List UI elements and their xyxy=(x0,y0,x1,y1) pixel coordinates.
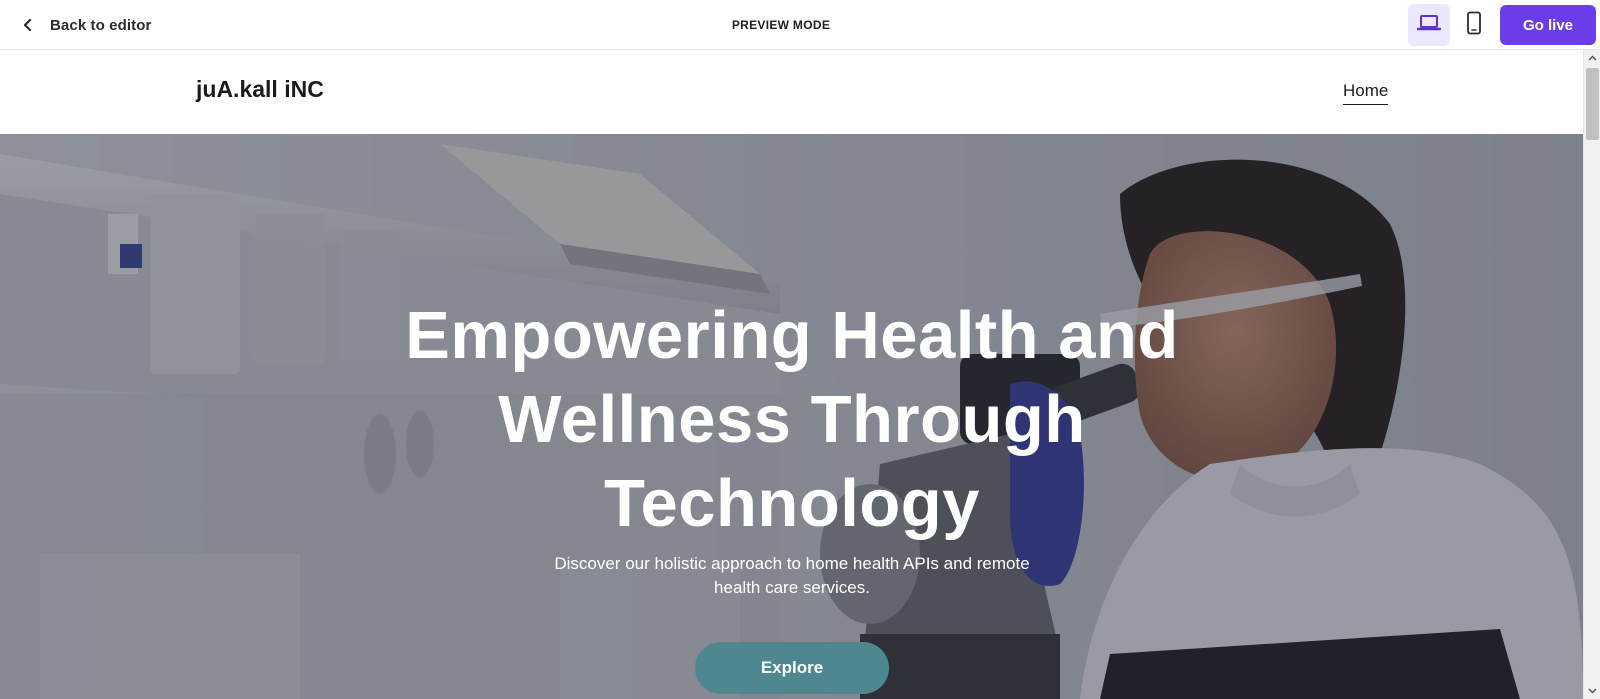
smartphone-icon xyxy=(1466,11,1482,40)
explore-button[interactable]: Explore xyxy=(695,642,889,694)
scrollbar-thumb[interactable] xyxy=(1586,68,1599,140)
laptop-icon xyxy=(1416,13,1442,38)
site-brand-logo[interactable]: juA.kall iNC xyxy=(196,76,324,103)
nav-link-home[interactable]: Home xyxy=(1343,81,1389,105)
hero-title: Empowering Health and Wellness Through T… xyxy=(405,298,1179,541)
scroll-up-arrow-icon[interactable] xyxy=(1584,50,1600,66)
preview-scrollbar[interactable] xyxy=(1583,50,1600,699)
hero-section: Empowering Health and Wellness Through T… xyxy=(0,134,1583,699)
go-live-button[interactable]: Go live xyxy=(1500,5,1596,45)
editor-toolbar: Back to editor PREVIEW MODE Go live xyxy=(0,0,1600,50)
desktop-view-button[interactable] xyxy=(1408,4,1450,46)
preview-mode-label: PREVIEW MODE xyxy=(731,18,831,32)
site-preview-frame: juA.kall iNC Home Empowering Health and … xyxy=(0,50,1583,699)
site-header: juA.kall iNC Home xyxy=(0,50,1583,134)
hero-subtitle: Discover our holistic approach to home h… xyxy=(554,554,1030,597)
scroll-down-arrow-icon[interactable] xyxy=(1584,683,1600,699)
mobile-view-button[interactable] xyxy=(1453,4,1495,46)
